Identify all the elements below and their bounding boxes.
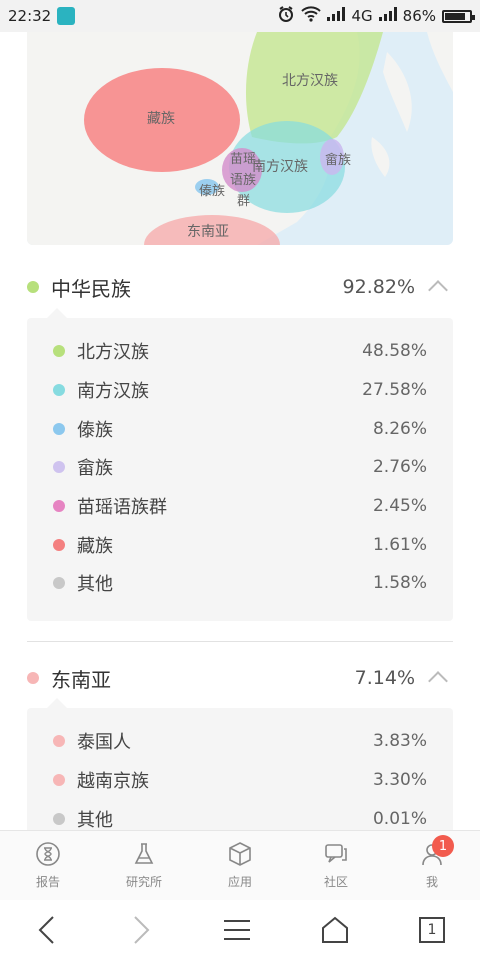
list-item[interactable]: 泰国人 3.83% bbox=[27, 722, 453, 761]
tab-institute[interactable]: 研究所 bbox=[96, 831, 192, 900]
item-label: 越南京族 bbox=[77, 771, 149, 793]
list-item[interactable]: 南方汉族 27.58% bbox=[27, 371, 453, 410]
network-type: 4G bbox=[351, 7, 373, 25]
tab-report[interactable]: 报告 bbox=[0, 831, 96, 900]
item-color-dot bbox=[53, 500, 65, 513]
home-icon[interactable] bbox=[321, 916, 349, 944]
group-header-southeast-asia[interactable]: 东南亚 7.14% bbox=[27, 658, 453, 698]
item-label: 其他 bbox=[77, 574, 113, 596]
list-item[interactable]: 畲族 2.76% bbox=[27, 448, 453, 487]
item-color-dot bbox=[53, 812, 65, 825]
tab-label: 报告 bbox=[35, 875, 60, 889]
item-label: 其他 bbox=[77, 809, 113, 831]
item-value: 1.58% bbox=[372, 573, 427, 594]
status-bar: 22:32 4G 86% bbox=[0, 0, 480, 32]
item-value: 2.76% bbox=[372, 457, 427, 478]
item-label: 泰国人 bbox=[77, 732, 131, 754]
item-value: 0.01% bbox=[372, 808, 427, 829]
item-value: 48.58% bbox=[362, 341, 427, 362]
item-label: 畲族 bbox=[77, 458, 113, 480]
map-label-south-han: 南方汉族 bbox=[252, 159, 308, 175]
flask-icon bbox=[134, 843, 154, 864]
group-panel-southeast-asia: 泰国人 3.83% 越南京族 3.30% 其他 0.01% bbox=[27, 698, 453, 848]
map-label-north-han: 北方汉族 bbox=[282, 73, 338, 89]
item-color-dot bbox=[53, 461, 65, 474]
tab-apps[interactable]: 应用 bbox=[192, 831, 288, 900]
alarm-icon bbox=[277, 5, 295, 27]
item-value: 3.83% bbox=[372, 731, 427, 752]
tabs-count-button[interactable]: 1 bbox=[419, 917, 445, 943]
map-label-tibetan: 藏族 bbox=[147, 111, 175, 127]
list-item[interactable]: 其他 1.58% bbox=[27, 564, 453, 603]
tab-me[interactable]: 我 1 bbox=[384, 831, 480, 900]
menu-icon[interactable] bbox=[223, 918, 251, 942]
list-item[interactable]: 藏族 1.61% bbox=[27, 525, 453, 564]
item-color-dot bbox=[53, 384, 65, 397]
group-name: 东南亚 bbox=[51, 667, 111, 692]
item-label: 北方汉族 bbox=[77, 342, 149, 364]
status-time: 22:32 bbox=[8, 7, 52, 25]
item-color-dot bbox=[53, 538, 65, 551]
chevron-up-icon[interactable] bbox=[428, 280, 448, 300]
list-item[interactable]: 苗瑶语族群 2.45% bbox=[27, 487, 453, 526]
item-value: 2.45% bbox=[372, 496, 427, 517]
tab-label: 研究所 bbox=[125, 875, 162, 889]
item-value: 3.30% bbox=[372, 770, 427, 791]
list-item[interactable]: 越南京族 3.30% bbox=[27, 761, 453, 800]
hourglass-icon bbox=[36, 842, 60, 866]
item-label: 傣族 bbox=[77, 419, 113, 441]
tab-label: 社区 bbox=[323, 875, 348, 889]
signal-icon bbox=[327, 7, 346, 25]
item-color-dot bbox=[53, 577, 65, 590]
item-label: 南方汉族 bbox=[77, 381, 149, 403]
ancestry-map[interactable]: 藏族 北方汉族 南方汉族 苗瑶 语族 群 傣族 畲族 东南亚 bbox=[27, 32, 453, 245]
tabs-count: 1 bbox=[427, 922, 437, 938]
map-label-miao-yao-2: 语族 bbox=[230, 172, 256, 188]
map-label-dai: 傣族 bbox=[199, 183, 225, 199]
tab-label: 应用 bbox=[227, 875, 252, 889]
tab-label: 我 bbox=[425, 875, 438, 889]
map-label-miao-yao-3: 群 bbox=[237, 194, 250, 209]
battery-fill bbox=[445, 12, 466, 20]
item-color-dot bbox=[53, 345, 65, 358]
item-value: 8.26% bbox=[372, 418, 427, 439]
item-value: 27.58% bbox=[362, 380, 427, 401]
wifi-icon bbox=[301, 6, 322, 26]
signal-icon-2 bbox=[378, 7, 397, 25]
chat-icon bbox=[325, 844, 347, 863]
forward-icon[interactable] bbox=[129, 915, 153, 945]
group-color-dot bbox=[27, 672, 39, 684]
item-color-dot bbox=[53, 735, 65, 748]
chevron-up-icon[interactable] bbox=[428, 671, 448, 691]
group-color-dot bbox=[27, 281, 39, 293]
group-name: 中华民族 bbox=[51, 276, 131, 301]
item-label: 藏族 bbox=[77, 535, 113, 557]
battery-icon bbox=[442, 9, 475, 23]
list-item[interactable]: 傣族 8.26% bbox=[27, 409, 453, 448]
item-color-dot bbox=[53, 774, 65, 787]
map-label-miao-yao: 苗瑶 bbox=[230, 152, 256, 167]
system-nav-bar: 1 bbox=[0, 900, 480, 960]
app-notification-icon bbox=[57, 7, 76, 25]
section-divider bbox=[27, 641, 453, 642]
list-item[interactable]: 北方汉族 48.58% bbox=[27, 332, 453, 371]
map-label-she: 畲族 bbox=[325, 152, 351, 168]
back-icon[interactable] bbox=[35, 915, 59, 945]
item-value: 1.61% bbox=[372, 534, 427, 555]
item-label: 苗瑶语族群 bbox=[77, 497, 167, 519]
group-percent: 92.82% bbox=[342, 276, 415, 298]
group-panel-chinese: 北方汉族 48.58% 南方汉族 27.58% 傣族 8.26% 畲族 2.76… bbox=[27, 308, 453, 621]
tab-community[interactable]: 社区 bbox=[288, 831, 384, 900]
bottom-tab-bar: 报告 研究所 应用 社区 我 1 bbox=[0, 830, 480, 900]
notification-badge: 1 bbox=[432, 835, 454, 857]
battery-percent: 86% bbox=[402, 7, 436, 25]
cube-icon bbox=[229, 842, 251, 866]
group-header-chinese[interactable]: 中华民族 92.82% bbox=[27, 267, 453, 307]
item-color-dot bbox=[53, 422, 65, 435]
group-percent: 7.14% bbox=[354, 667, 415, 689]
map-label-southeast-asia: 东南亚 bbox=[187, 224, 229, 240]
